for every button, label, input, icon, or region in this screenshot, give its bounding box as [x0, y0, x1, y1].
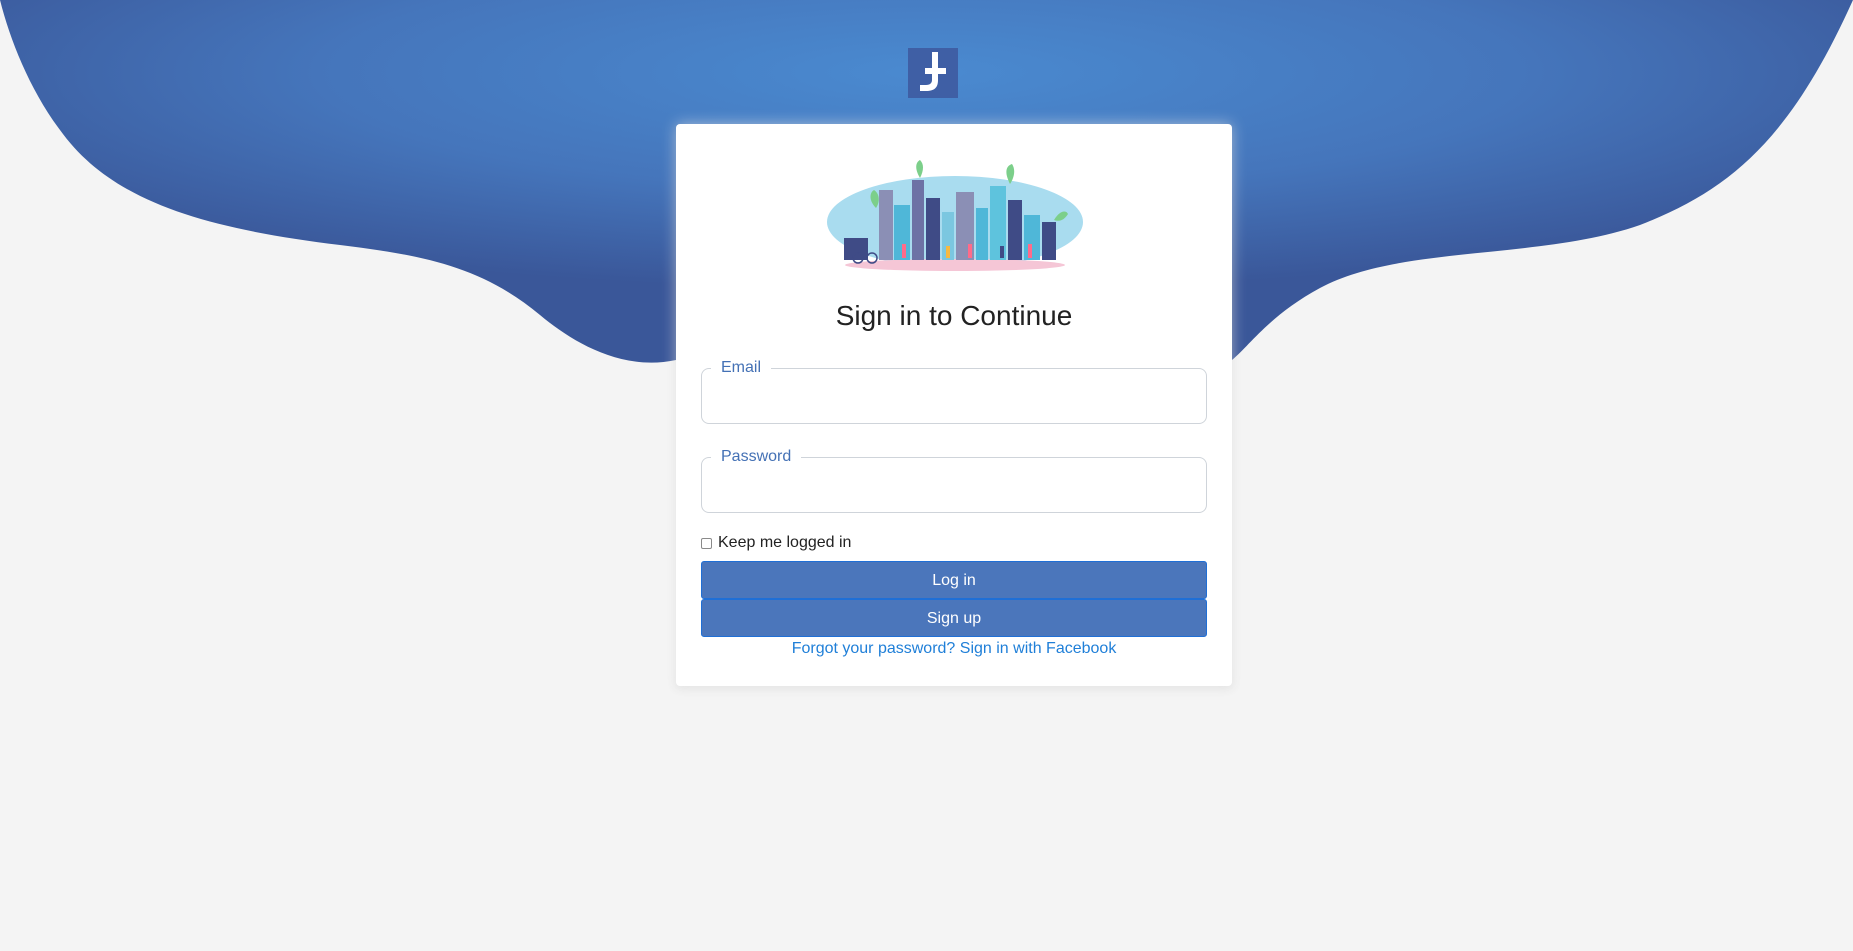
facebook-like-f-icon — [920, 52, 946, 91]
email-field[interactable]: Email — [701, 358, 1207, 424]
city-illustration — [827, 160, 1083, 271]
email-label: Email — [711, 358, 772, 378]
keep-logged-in-label: Keep me logged in — [718, 534, 852, 551]
facebook-signin-link[interactable]: Sign in with Facebook — [960, 640, 1117, 657]
email-input[interactable] — [702, 382, 1204, 420]
login-card: Sign in to Continue Email Password Keep … — [676, 124, 1232, 686]
password-field[interactable]: Password — [701, 447, 1207, 513]
signup-button[interactable]: Sign up — [701, 599, 1207, 637]
login-page: Sign in to Continue Email Password Keep … — [0, 0, 1853, 951]
page-title: Sign in to Continue — [835, 300, 1073, 331]
forgot-password-link[interactable]: Forgot your password? — [792, 640, 956, 657]
password-label: Password — [711, 447, 802, 467]
app-logo[interactable] — [908, 48, 958, 98]
password-input[interactable] — [702, 471, 1204, 509]
auth-links: Forgot your password? Sign in with Faceb… — [676, 640, 1232, 658]
keep-logged-in-checkbox[interactable] — [701, 537, 712, 549]
login-button[interactable]: Log in — [701, 561, 1207, 599]
keep-logged-in[interactable]: Keep me logged in — [701, 532, 851, 554]
